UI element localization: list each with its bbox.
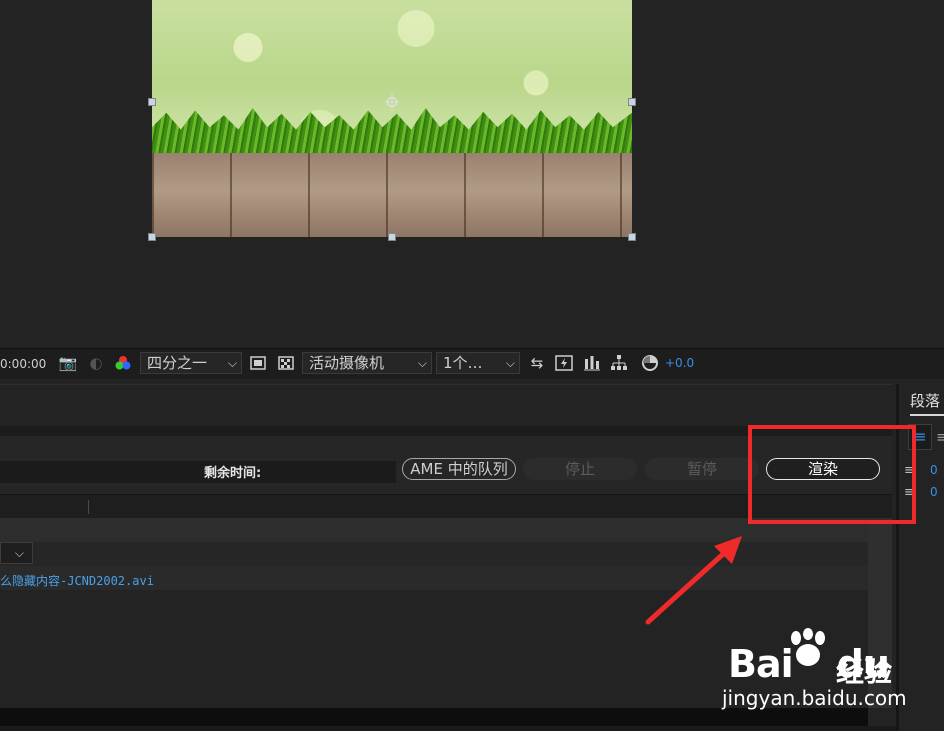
watermark-url: jingyan.baidu.com bbox=[722, 686, 907, 710]
fast-preview-icon[interactable] bbox=[554, 353, 574, 373]
tab-active-indicator bbox=[910, 414, 944, 416]
camera-snapshot-icon[interactable]: 📷 bbox=[58, 353, 78, 373]
chevron-down-icon: ⌵ bbox=[417, 356, 427, 370]
chevron-down-icon: ⌵ bbox=[14, 546, 24, 560]
resolution-value: 四分之一 bbox=[147, 354, 208, 372]
exposure-reset-icon[interactable] bbox=[640, 353, 660, 373]
pause-button[interactable]: 暂停 bbox=[645, 458, 759, 480]
views-dropdown[interactable]: 1个… ⌵ bbox=[436, 352, 520, 374]
wood-floor-layer bbox=[152, 153, 632, 237]
layer-handle-bottom-right[interactable] bbox=[628, 233, 636, 241]
camera-value: 活动摄像机 bbox=[309, 354, 385, 372]
tab-paragraph[interactable]: 段落 bbox=[910, 390, 940, 411]
window-bottom-edge bbox=[0, 726, 944, 731]
chevron-down-icon: ⌵ bbox=[505, 356, 515, 370]
view-transfer-icon[interactable]: ⇆ bbox=[527, 353, 547, 373]
flowchart-icon[interactable] bbox=[609, 353, 629, 373]
anchor-point-icon[interactable] bbox=[384, 94, 400, 110]
layer-handle-bottom-left[interactable] bbox=[148, 233, 156, 241]
show-snapshot-icon[interactable]: ◐ bbox=[86, 353, 106, 373]
pointer-arrow bbox=[645, 536, 742, 625]
views-value: 1个… bbox=[443, 354, 483, 372]
grass-layer bbox=[152, 108, 632, 156]
remaining-time-label: 剩余时间: bbox=[204, 466, 262, 481]
resolution-dropdown[interactable]: 四分之一 ⌵ bbox=[140, 352, 242, 374]
layer-handle-left[interactable] bbox=[148, 98, 156, 106]
stop-button[interactable]: 停止 bbox=[523, 458, 637, 480]
highlight-box bbox=[748, 425, 916, 524]
chevron-down-icon: ⌵ bbox=[227, 356, 237, 370]
transparency-grid-icon[interactable] bbox=[277, 354, 295, 372]
output-module-dropdown[interactable]: ⌵ bbox=[0, 542, 33, 564]
layer-handle-bottom[interactable] bbox=[388, 233, 396, 241]
camera-dropdown[interactable]: 活动摄像机 ⌵ bbox=[302, 352, 432, 374]
color-channel-icon[interactable] bbox=[114, 354, 132, 372]
column-separator[interactable] bbox=[88, 500, 89, 514]
output-file-link[interactable]: 么隐藏内容-JCND2002.avi bbox=[0, 572, 154, 589]
indent-value-1[interactable]: 0 bbox=[930, 463, 938, 477]
jingyan-brand-text: 经验 bbox=[836, 655, 893, 688]
indent-value-2[interactable]: 0 bbox=[930, 485, 938, 499]
render-queue-header bbox=[0, 384, 892, 427]
queue-in-ame-button[interactable]: AME 中的队列 bbox=[402, 458, 516, 480]
timeline-icon[interactable] bbox=[582, 353, 602, 373]
align-center-icon[interactable]: ≡ bbox=[936, 428, 944, 446]
layer-handle-right[interactable] bbox=[628, 98, 636, 106]
exposure-value[interactable]: +0.0 bbox=[665, 356, 694, 370]
timecode-display[interactable]: 0:00:00 bbox=[0, 357, 46, 371]
render-progress-track bbox=[0, 461, 396, 483]
region-of-interest-icon[interactable] bbox=[249, 354, 267, 372]
composition-frame[interactable] bbox=[152, 0, 632, 237]
